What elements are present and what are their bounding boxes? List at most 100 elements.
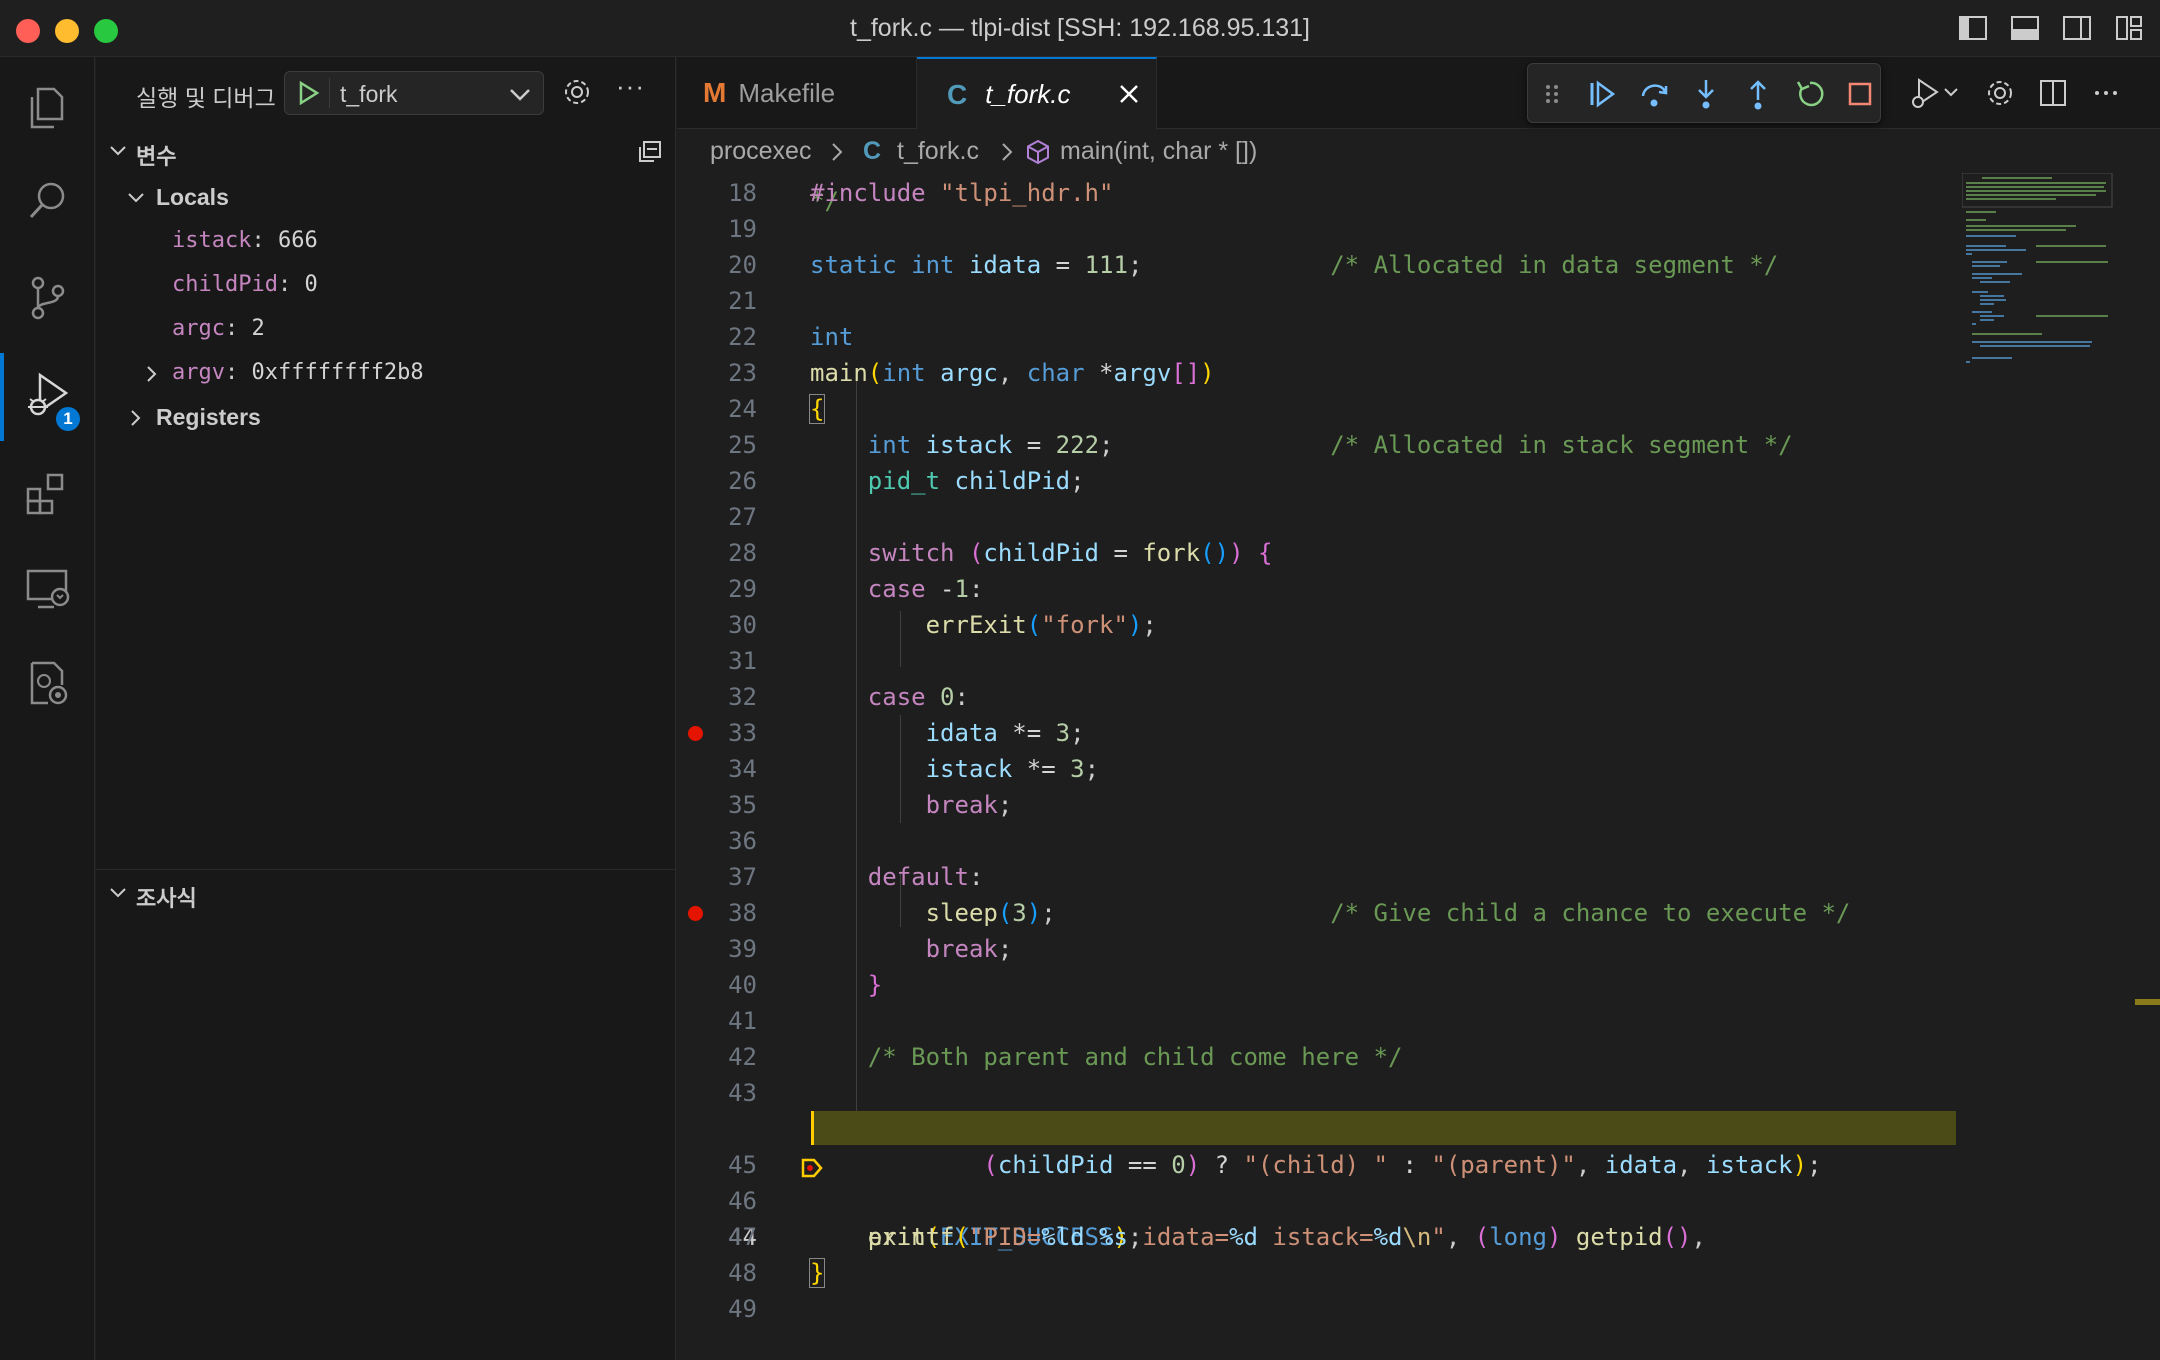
- chevron-down-icon: [126, 187, 146, 214]
- chevron-down-icon: [108, 141, 128, 166]
- code-line: 39 break;: [728, 935, 1013, 963]
- code-line: 46: [728, 1187, 757, 1215]
- sidebar-title: 실행 및 디버그: [136, 85, 276, 111]
- step-over-icon[interactable]: [1638, 78, 1670, 110]
- minimap[interactable]: [1961, 173, 2122, 393]
- variable-row-expandable[interactable]: argv: 0xffffffff2b8: [96, 350, 676, 394]
- step-out-icon[interactable]: [1742, 78, 1774, 110]
- toggle-primary-sidebar-icon[interactable]: [1958, 14, 1988, 42]
- sidebar-header: 실행 및 디버그 t_fork ···: [96, 57, 676, 129]
- window-title: t_fork.c — tlpi-dist [SSH: 192.168.95.13…: [850, 14, 1310, 42]
- toggle-panel-icon[interactable]: [2010, 14, 2040, 42]
- code-line: 21: [728, 287, 757, 315]
- registers-scope[interactable]: Registers: [96, 394, 676, 438]
- scrollbar-current-line-marker: [2135, 999, 2160, 1005]
- code-line: 49: [728, 1295, 757, 1323]
- code-line: 25 int istack = 222; /* Allocated in sta…: [728, 431, 1793, 459]
- testing-icon[interactable]: [0, 639, 95, 727]
- code-line-current: 44 printf("PID=%ld %s idata=%d istack=%d…: [677, 1111, 2160, 1251]
- code-line: 19: [728, 215, 757, 243]
- tab-makefile[interactable]: M Makefile: [677, 57, 917, 129]
- code-line: 28 switch (childPid = fork()) {: [728, 539, 1273, 567]
- code-line: 34 istack *= 3;: [728, 755, 1100, 783]
- variable-row[interactable]: childPid: 0: [96, 262, 676, 306]
- variable-value: 2: [251, 316, 265, 341]
- explorer-icon[interactable]: [0, 63, 95, 151]
- chevron-right-icon: [142, 363, 162, 390]
- collapse-all-icon[interactable]: [636, 139, 664, 170]
- variable-name: istack: [172, 228, 252, 253]
- launch-divider: [329, 78, 330, 108]
- breadcrumb-folder[interactable]: procexec: [710, 137, 811, 166]
- code-line: 48}: [728, 1258, 826, 1288]
- locals-scope[interactable]: Locals: [96, 174, 676, 218]
- code-line: 30 errExit("fork");: [728, 611, 1157, 639]
- layout-controls: [1958, 14, 2144, 42]
- restart-icon[interactable]: [1794, 78, 1826, 110]
- variables-section-header[interactable]: 변수: [96, 131, 676, 171]
- variable-row[interactable]: argc: 2: [96, 306, 676, 350]
- code-line: 36: [728, 827, 757, 855]
- current-line-highlight: [811, 1111, 1956, 1145]
- activity-bar: 1: [0, 57, 95, 1360]
- remote-explorer-icon[interactable]: [0, 545, 95, 633]
- run-debug-icon[interactable]: 1: [0, 353, 95, 441]
- tab-t-fork-c[interactable]: C t_fork.c: [917, 57, 1157, 130]
- open-launch-json-gear-icon[interactable]: [562, 77, 592, 112]
- code-line: 41: [728, 1007, 757, 1035]
- editor-area: M Makefile C t_fork.c procexec C t_fork.…: [677, 57, 2160, 1360]
- chevron-down-icon: [108, 883, 128, 908]
- code-line: 22 int: [728, 323, 854, 351]
- stop-icon[interactable]: [1844, 78, 1876, 110]
- launch-config-name: t_fork: [340, 81, 398, 107]
- code-line: 42 /* Both parent and child come here */: [728, 1043, 1403, 1071]
- breadcrumb-symbol[interactable]: main(int, char * []): [1060, 137, 1257, 166]
- debug-badge: 1: [54, 405, 82, 433]
- start-debugging-icon[interactable]: [295, 80, 321, 111]
- gear-icon: [1988, 81, 2012, 105]
- code-line: 37 default:: [728, 863, 984, 891]
- more-actions-icon: [2095, 91, 2117, 95]
- watch-title: 조사식: [136, 886, 197, 911]
- code-line: 26 pid_t childPid;: [728, 467, 1085, 495]
- watch-section-header[interactable]: 조사식: [96, 873, 676, 913]
- tab-label: t_fork.c: [985, 79, 1071, 109]
- variable-value: 0xffffffff2b8: [251, 360, 424, 385]
- variable-name: argc: [172, 316, 225, 341]
- search-icon[interactable]: [0, 157, 95, 245]
- editor-tabs: M Makefile C t_fork.c: [677, 57, 2160, 130]
- method-symbol-icon: [1025, 139, 1051, 172]
- code-editor[interactable]: */ 18 #include "tlpi_hdr.h" 19 20 static i…: [677, 173, 2160, 1360]
- debug-toolbar: [1527, 63, 1881, 123]
- chevron-right-icon: [126, 407, 146, 434]
- code-line: 27: [728, 503, 757, 531]
- code-line: 35 break;: [728, 791, 1013, 819]
- split-editor-icon: [2040, 80, 2066, 106]
- launch-config-dropdown[interactable]: t_fork: [284, 71, 544, 115]
- locals-label: Locals: [156, 184, 229, 210]
- code-line: 24{: [728, 394, 826, 424]
- code-line: 18 #include "tlpi_hdr.h": [728, 179, 1114, 207]
- title-bar: t_fork.c — tlpi-dist [SSH: 192.168.95.13…: [0, 0, 2160, 57]
- code-line-breakpoint: 38 sleep(3); /* Give child a chance to e…: [677, 895, 2160, 931]
- breadcrumb-file[interactable]: t_fork.c: [897, 137, 979, 166]
- continue-icon[interactable]: [1586, 78, 1618, 110]
- code-line: 43: [728, 1079, 757, 1107]
- toggle-secondary-sidebar-icon[interactable]: [2062, 14, 2092, 42]
- section-divider: [96, 869, 676, 870]
- code-line-breakpoint: 33 idata *= 3;: [677, 715, 2160, 751]
- variable-row[interactable]: istack: 666: [96, 218, 676, 262]
- editor-actions: [1907, 75, 2147, 116]
- step-into-icon[interactable]: [1690, 78, 1722, 110]
- extensions-icon[interactable]: [0, 447, 95, 535]
- more-actions-icon[interactable]: ···: [616, 71, 645, 102]
- registers-label: Registers: [156, 404, 261, 430]
- makefile-icon: M: [703, 77, 727, 108]
- code-line: 31: [728, 647, 757, 675]
- c-file-icon: C: [947, 78, 968, 110]
- customize-layout-icon[interactable]: [2114, 14, 2144, 42]
- source-control-icon[interactable]: [0, 253, 95, 341]
- drag-handle-icon[interactable]: [1542, 78, 1574, 110]
- close-icon[interactable]: [1116, 81, 1142, 114]
- c-file-icon: C: [863, 137, 882, 165]
